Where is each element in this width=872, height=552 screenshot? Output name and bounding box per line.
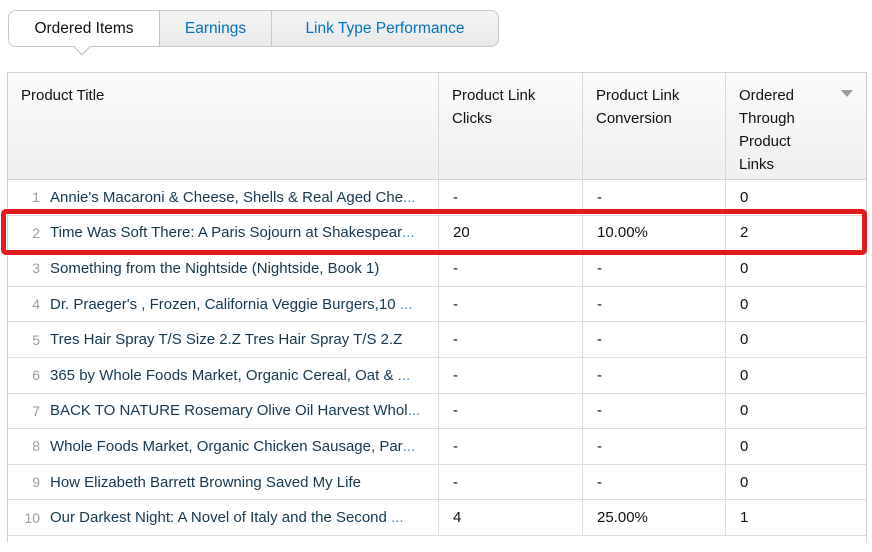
product-title-cell: 7 BACK TO NATURE Rosemary Olive Oil Harve… — [8, 394, 438, 429]
table-row: 9 How Elizabeth Barrett Browning Saved My… — [8, 464, 866, 501]
ordered-through-product-links-cell: 1 — [725, 500, 866, 535]
table-body: 1 Annie's Macaroni & Cheese, Shells & Rea… — [8, 180, 866, 536]
product-link-conversion-cell: - — [582, 429, 725, 464]
ordered-through-product-links-cell: 2 — [725, 215, 866, 251]
truncation-ellipsis[interactable]: ... — [400, 296, 413, 313]
product-link-conversion-cell: - — [582, 393, 725, 429]
row-number: 2 — [32, 224, 40, 241]
product-link-conversion-cell: - — [582, 357, 725, 393]
product-title-link[interactable]: 365 by Whole Foods Market, Organic Cerea… — [50, 367, 398, 384]
product-title-link[interactable]: Tres Hair Spray T/S Size 2.Z Tres Hair S… — [50, 331, 402, 348]
product-link-clicks-cell: - — [438, 393, 582, 429]
product-title-link[interactable]: Annie's Macaroni & Cheese, Shells & Real… — [50, 189, 403, 206]
truncation-ellipsis[interactable]: ... — [391, 509, 404, 526]
product-title-link[interactable]: Dr. Praeger's , Frozen, California Veggi… — [50, 296, 400, 313]
product-link-clicks-cell: 4 — [438, 500, 582, 535]
row-number: 10 — [24, 509, 40, 526]
product-link-clicks-cell: - — [438, 429, 582, 464]
tab-link-type-performance[interactable]: Link Type Performance — [271, 11, 498, 46]
product-link-clicks-cell: - — [438, 322, 582, 357]
truncation-ellipsis[interactable]: ... — [403, 438, 416, 455]
truncation-ellipsis[interactable]: ... — [398, 367, 411, 384]
product-link-conversion-cell: - — [582, 180, 725, 215]
product-title-cell: 1 Annie's Macaroni & Cheese, Shells & Rea… — [8, 180, 438, 215]
product-link-conversion-cell: - — [582, 464, 725, 500]
product-link-clicks-cell: - — [438, 286, 582, 322]
row-number: 5 — [32, 331, 40, 348]
product-title-cell: 3 Something from the Nightside (Nightside… — [8, 251, 438, 286]
product-title-link[interactable]: How Elizabeth Barrett Browning Saved My … — [50, 474, 361, 491]
product-link-conversion-cell: 10.00% — [582, 215, 725, 251]
product-link-clicks-cell: - — [438, 464, 582, 500]
ordered-through-product-links-cell: 0 — [725, 322, 866, 357]
product-link-conversion-cell: 25.00% — [582, 500, 725, 535]
col-header-product-link-conversion[interactable]: Product Link Conversion — [582, 73, 725, 179]
product-link-conversion-cell: - — [582, 251, 725, 286]
product-link-clicks-cell: 20 — [438, 215, 582, 251]
product-title-cell: 10 Our Darkest Night: A Novel of Italy an… — [8, 500, 438, 535]
row-number: 9 — [32, 474, 40, 491]
product-title-cell: 2 Time Was Soft There: A Paris Sojourn at… — [8, 216, 438, 251]
row-number: 1 — [32, 189, 40, 206]
row-number: 4 — [32, 296, 40, 313]
product-link-conversion-cell: - — [582, 286, 725, 322]
table-row: 2 Time Was Soft There: A Paris Sojourn at… — [8, 215, 866, 252]
partial-next-row — [8, 535, 866, 542]
row-number: 7 — [32, 402, 40, 419]
table-row: 5 Tres Hair Spray T/S Size 2.Z Tres Hair … — [8, 322, 866, 358]
product-title-cell: 6 365 by Whole Foods Market, Organic Cere… — [8, 358, 438, 393]
product-title-link[interactable]: BACK TO NATURE Rosemary Olive Oil Harves… — [50, 402, 408, 419]
report-tabs: Ordered Items Earnings Link Type Perform… — [8, 10, 499, 56]
ordered-through-product-links-cell: 0 — [725, 251, 866, 286]
row-number: 8 — [32, 438, 40, 455]
row-number: 3 — [32, 260, 40, 277]
col-header-product-title[interactable]: Product Title — [8, 73, 438, 179]
col-header-product-link-clicks[interactable]: Product Link Clicks — [438, 73, 582, 179]
table-row: 6 365 by Whole Foods Market, Organic Cere… — [8, 357, 866, 394]
table-header: Product Title Product Link Clicks Produc… — [8, 73, 866, 180]
ordered-items-table: Product Title Product Link Clicks Produc… — [7, 72, 867, 542]
product-title-link[interactable]: Whole Foods Market, Organic Chicken Saus… — [50, 438, 403, 455]
product-link-conversion-cell: - — [582, 322, 725, 357]
column-header-label: Ordered Through Product Links — [739, 87, 795, 173]
product-title-cell: 9 How Elizabeth Barrett Browning Saved My… — [8, 465, 438, 500]
tab-earnings[interactable]: Earnings — [160, 11, 271, 46]
table-row: 4 Dr. Praeger's , Frozen, California Vegg… — [8, 286, 866, 323]
table-row: 3 Something from the Nightside (Nightside… — [8, 251, 866, 287]
row-number: 6 — [32, 367, 40, 384]
product-title-link[interactable]: Time Was Soft There: A Paris Sojourn at … — [50, 224, 402, 241]
ordered-through-product-links-cell: 0 — [725, 357, 866, 393]
product-title-cell: 5 Tres Hair Spray T/S Size 2.Z Tres Hair … — [8, 322, 438, 357]
product-link-clicks-cell: - — [438, 180, 582, 215]
ordered-through-product-links-cell: 0 — [725, 464, 866, 500]
ordered-through-product-links-cell: 0 — [725, 180, 866, 215]
table-row: 10 Our Darkest Night: A Novel of Italy an… — [8, 500, 866, 536]
product-link-clicks-cell: - — [438, 357, 582, 393]
ordered-through-product-links-cell: 0 — [725, 429, 866, 464]
table-row: 1 Annie's Macaroni & Cheese, Shells & Rea… — [8, 180, 866, 216]
ordered-through-product-links-cell: 0 — [725, 286, 866, 322]
table-row: 8 Whole Foods Market, Organic Chicken Sau… — [8, 429, 866, 465]
truncation-ellipsis[interactable]: ... — [403, 189, 416, 206]
product-title-cell: 8 Whole Foods Market, Organic Chicken Sau… — [8, 429, 438, 464]
product-title-link[interactable]: Our Darkest Night: A Novel of Italy and … — [50, 509, 391, 526]
col-header-ordered-through-product-links[interactable]: Ordered Through Product Links — [725, 73, 866, 179]
product-title-cell: 4 Dr. Praeger's , Frozen, California Vegg… — [8, 287, 438, 322]
product-title-link[interactable]: Something from the Nightside (Nightside,… — [50, 260, 379, 277]
truncation-ellipsis[interactable]: ... — [402, 224, 415, 241]
table-row: 7 BACK TO NATURE Rosemary Olive Oil Harve… — [8, 393, 866, 430]
sort-descending-icon[interactable] — [841, 90, 853, 97]
truncation-ellipsis[interactable]: ... — [408, 402, 421, 419]
ordered-through-product-links-cell: 0 — [725, 393, 866, 429]
product-link-clicks-cell: - — [438, 251, 582, 286]
